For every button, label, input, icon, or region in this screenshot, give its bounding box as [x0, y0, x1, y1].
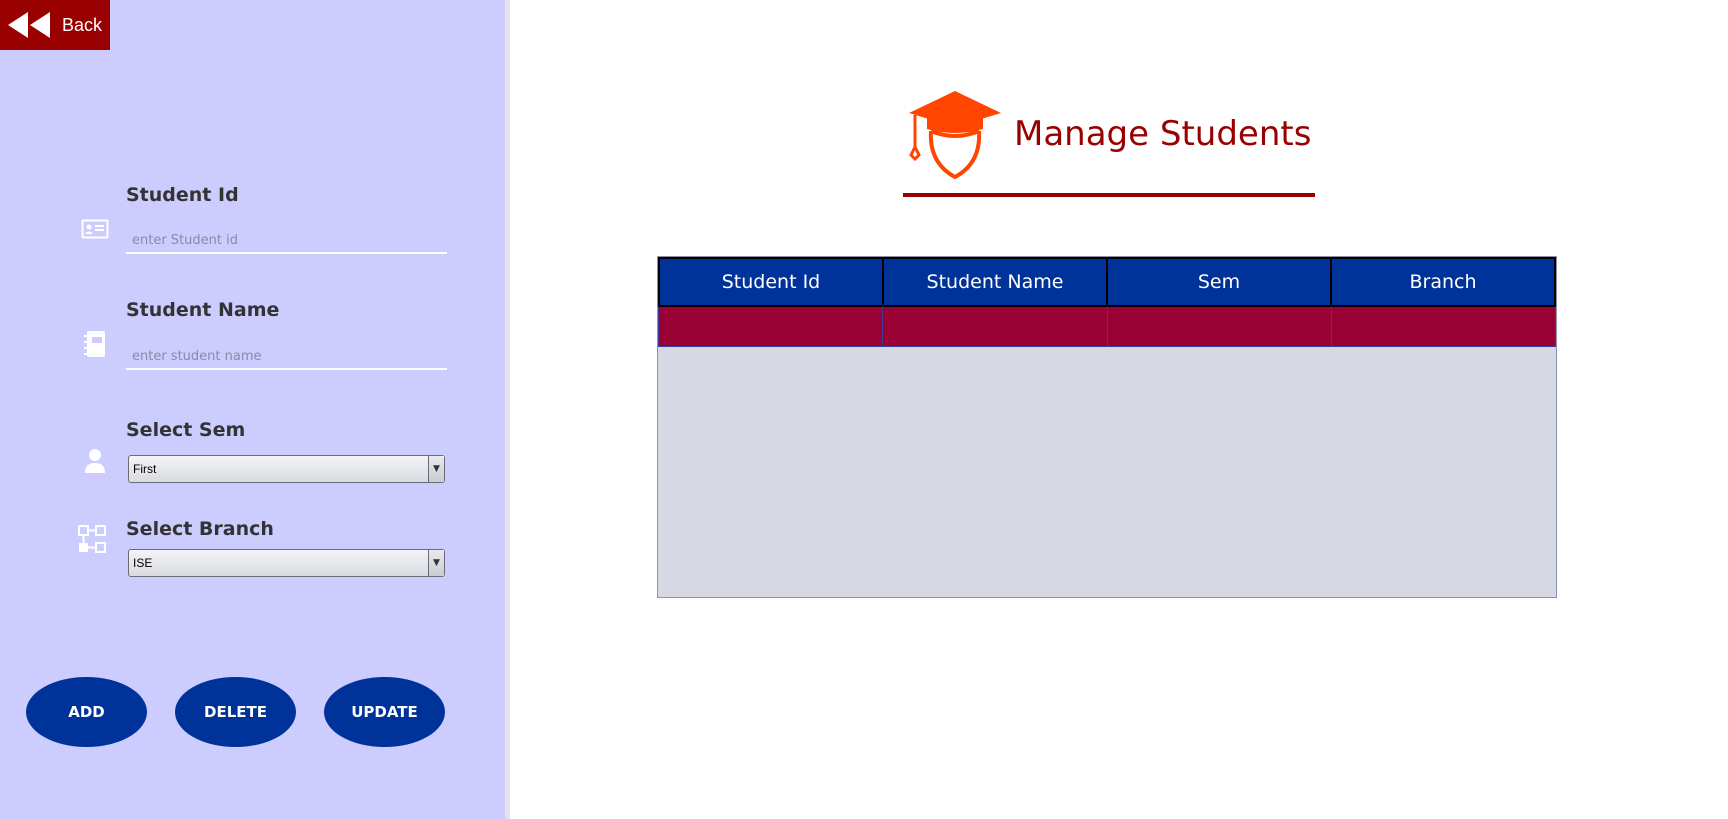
person-icon [80, 445, 110, 475]
update-button[interactable]: UPDATE [324, 677, 445, 747]
select-branch-label: Select Branch [126, 518, 274, 540]
graduate-icon [905, 85, 1005, 185]
students-table[interactable]: Student Id Student Name Sem Branch [657, 256, 1557, 598]
table-cell[interactable] [1107, 307, 1332, 347]
id-card-icon [80, 214, 110, 244]
branch-select[interactable]: ISE ▼ [128, 549, 445, 577]
hierarchy-icon [77, 524, 107, 554]
chevron-down-icon[interactable]: ▼ [428, 550, 444, 576]
sem-selected-value: First [133, 462, 157, 476]
back-button[interactable]: Back [0, 0, 110, 50]
column-header-student-name[interactable]: Student Name [884, 257, 1108, 307]
column-header-student-id[interactable]: Student Id [658, 257, 884, 307]
chevron-down-icon[interactable]: ▼ [428, 456, 444, 482]
student-name-input[interactable] [126, 344, 447, 370]
title-underline [903, 193, 1315, 197]
delete-button[interactable]: DELETE [175, 677, 296, 747]
table-cell[interactable] [658, 307, 884, 347]
column-header-sem[interactable]: Sem [1108, 257, 1332, 307]
table-cell[interactable] [883, 307, 1108, 347]
select-sem-label: Select Sem [126, 419, 246, 441]
column-header-branch[interactable]: Branch [1332, 257, 1556, 307]
branch-selected-value: ISE [133, 556, 153, 570]
student-name-label: Student Name [126, 299, 280, 321]
table-row[interactable] [658, 307, 1556, 347]
student-id-label: Student Id [126, 184, 239, 206]
back-label: Back [62, 14, 103, 35]
notebook-icon [80, 329, 110, 359]
table-header: Student Id Student Name Sem Branch [658, 257, 1556, 307]
table-cell[interactable] [1331, 307, 1556, 347]
sem-select[interactable]: First ▼ [128, 455, 445, 483]
rewind-icon [6, 10, 52, 40]
add-button[interactable]: ADD [26, 677, 147, 747]
student-id-input[interactable] [126, 228, 447, 254]
page-title: Manage Students [1014, 114, 1312, 154]
panel-divider [505, 0, 510, 819]
